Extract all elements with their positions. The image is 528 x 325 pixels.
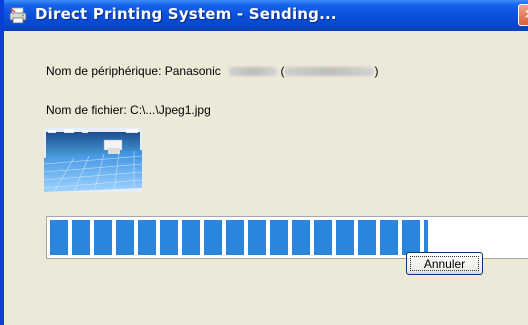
progress-track xyxy=(50,220,528,255)
cancel-button[interactable]: Annuler xyxy=(406,252,483,275)
close-icon[interactable]: × xyxy=(518,4,528,26)
device-name-line: Nom de périphérique: Panasonic () xyxy=(46,64,378,78)
redacted-address xyxy=(284,67,375,77)
cancel-button-label: Annuler xyxy=(410,256,479,271)
device-close-paren: ) xyxy=(374,64,379,78)
redacted-model xyxy=(229,67,278,77)
image-thumbnail xyxy=(44,128,142,192)
dialog-window: Direct Printing System - Sending... × No… xyxy=(0,0,528,325)
title-bar[interactable]: Direct Printing System - Sending... × xyxy=(4,0,528,31)
window-title: Direct Printing System - Sending... xyxy=(35,5,337,23)
device-name-label: Nom de périphérique: Panasonic xyxy=(46,64,221,78)
progress-fill xyxy=(50,220,428,255)
file-name-line: Nom de fichier: C:\...\Jpeg1.jpg xyxy=(46,103,211,117)
printer-icon xyxy=(9,7,27,24)
